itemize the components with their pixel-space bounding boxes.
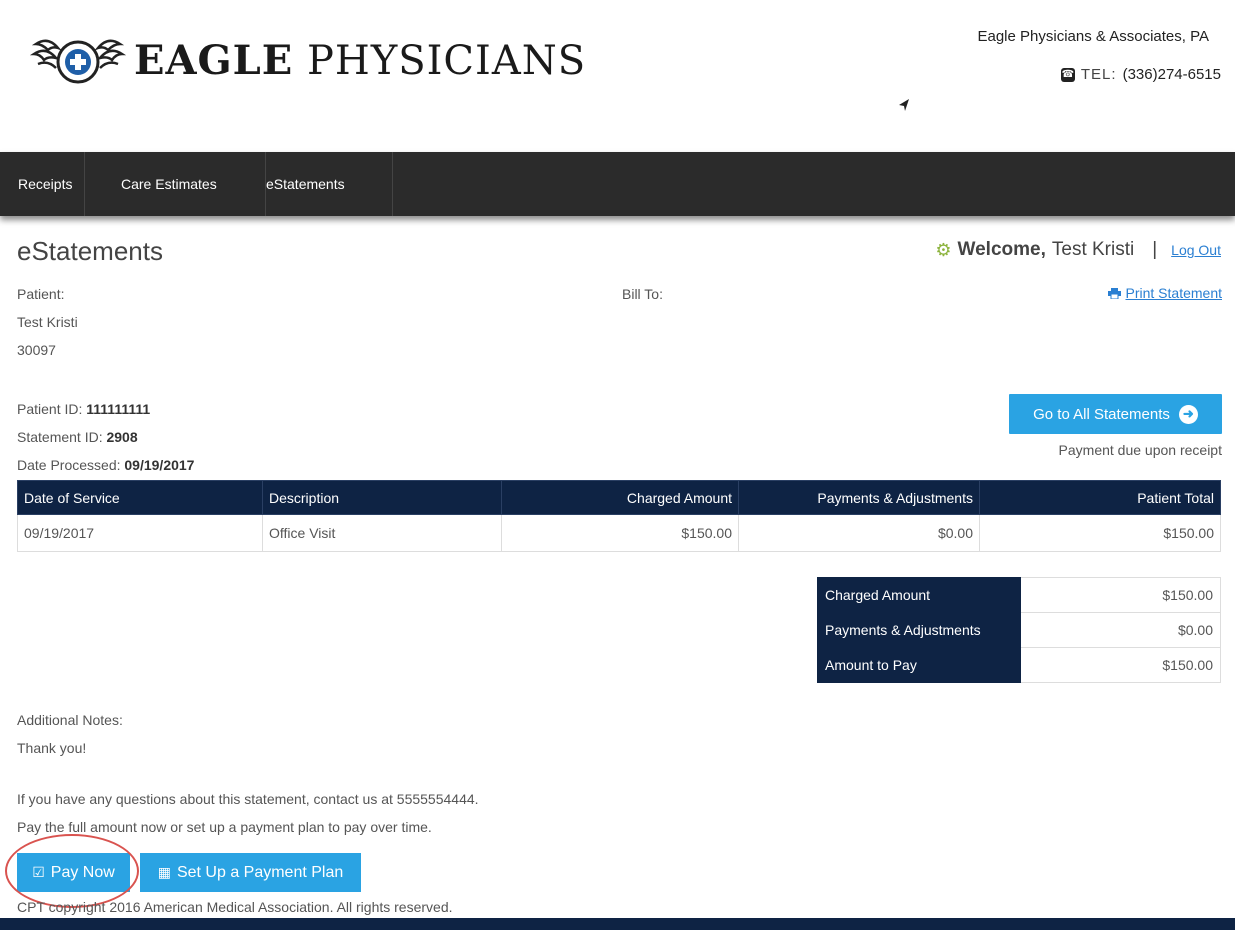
summary-label: Amount to Pay [817, 647, 1021, 683]
statement-id-row: Statement ID: 2908 [17, 429, 138, 445]
table-cell: Office Visit [262, 514, 502, 552]
table-cell: 09/19/2017 [17, 514, 263, 552]
welcome-user: Test Kristi [1051, 239, 1135, 260]
print-statement-link[interactable]: Print Statement [1107, 285, 1223, 301]
patient-zip: 30097 [17, 342, 56, 358]
arrow-right-circle-icon: ➜ [1178, 404, 1198, 424]
column-header: Date of Service [17, 480, 263, 515]
statement-id-label: Statement ID: [17, 429, 103, 445]
table-cell: $0.00 [738, 514, 980, 552]
tel-number[interactable]: (336)274-6515 [1123, 66, 1221, 83]
eagle-logo-icon [29, 39, 127, 84]
table-row: 09/19/2017 Office Visit $150.00 $0.00 $1… [17, 514, 1221, 552]
summary-row: Charged Amount $150.00 [817, 577, 1221, 613]
site-header: EAGLE PHYSICIANS Eagle Physicians & Asso… [0, 0, 1235, 152]
summary-value: $150.00 [1020, 647, 1221, 683]
summary-value: $0.00 [1020, 612, 1221, 648]
main-nav: Receipts Care Estimates eStatements [0, 152, 1235, 216]
additional-notes-label: Additional Notes: [17, 712, 123, 728]
logo-bold-text: EAGLE [134, 36, 294, 84]
summary-row: Payments & Adjustments $0.00 [817, 612, 1221, 648]
date-processed-row: Date Processed: 09/19/2017 [17, 457, 194, 474]
logo-light-text: PHYSICIANS [307, 37, 587, 84]
summary-value: $150.00 [1020, 577, 1221, 613]
go-to-all-statements-label: Go to All Statements [1033, 405, 1170, 423]
separator: | [1152, 239, 1158, 260]
go-to-all-statements-button[interactable]: Go to All Statements ➜ [1009, 394, 1222, 434]
bill-to-label: Bill To: [622, 286, 663, 302]
summary-row: Amount to Pay $150.00 [817, 647, 1221, 683]
payment-due-text: Payment due upon receipt [1058, 442, 1222, 458]
telephone: ☎ TEL: (336)274-6515 [1060, 66, 1221, 83]
logo-text: EAGLE PHYSICIANS [134, 37, 586, 84]
logo[interactable]: EAGLE PHYSICIANS [28, 30, 586, 90]
date-processed-value: 09/19/2017 [124, 457, 195, 473]
nav-item-estatements[interactable]: eStatements [248, 152, 393, 216]
patient-id-row: Patient ID: 111111111 [17, 401, 150, 417]
additional-notes-text: Thank you! [17, 740, 87, 756]
column-header: Charged Amount [501, 480, 739, 515]
table-header-row: Date of Service Description Charged Amou… [17, 480, 1221, 515]
column-header: Description [262, 480, 502, 515]
summary-label: Payments & Adjustments [817, 612, 1021, 648]
print-statement-label: Print Statement [1125, 285, 1223, 301]
mouse-pointer-icon [899, 99, 909, 111]
summary-table: Charged Amount $150.00 Payments & Adjust… [817, 577, 1221, 683]
phone-icon: ☎ [1060, 67, 1075, 82]
table-cell: $150.00 [979, 514, 1221, 552]
payment-plan-label: Set Up a Payment Plan [176, 863, 344, 881]
summary-label: Charged Amount [817, 577, 1021, 613]
calendar-icon: ▦ [157, 864, 171, 880]
welcome-label: Welcome, [957, 239, 1046, 260]
date-processed-label: Date Processed: [17, 457, 121, 473]
nav-item-care-estimates[interactable]: Care Estimates [103, 152, 266, 216]
column-header: Payments & Adjustments [738, 480, 980, 515]
patient-id-value: 111111111 [86, 401, 151, 417]
printer-icon [1107, 287, 1121, 299]
payment-plan-button[interactable]: ▦ Set Up a Payment Plan [140, 853, 361, 892]
table-cell: $150.00 [501, 514, 739, 552]
welcome-bar: ⚙ Welcome, Test Kristi | Log Out [935, 239, 1221, 261]
tel-label: TEL: [1080, 66, 1117, 83]
pay-info-text: Pay the full amount now or set up a paym… [17, 819, 432, 835]
patient-label: Patient: [17, 286, 65, 302]
column-header: Patient Total [979, 480, 1221, 515]
footer-bar [0, 918, 1235, 930]
patient-name: Test Kristi [17, 314, 78, 330]
questions-text: If you have any questions about this sta… [17, 791, 479, 807]
nav-item-receipts[interactable]: Receipts [0, 152, 85, 216]
organization-name: Eagle Physicians & Associates, PA [977, 28, 1209, 45]
statement-id-value: 2908 [106, 429, 138, 445]
logout-link[interactable]: Log Out [1171, 242, 1221, 258]
page-title: eStatements [17, 236, 163, 266]
gear-icon: ⚙ [935, 239, 952, 260]
statement-table: Date of Service Description Charged Amou… [17, 480, 1221, 552]
patient-id-label: Patient ID: [17, 401, 83, 417]
copyright-text: CPT copyright 2016 American Medical Asso… [17, 899, 453, 915]
highlight-circle [5, 834, 139, 908]
